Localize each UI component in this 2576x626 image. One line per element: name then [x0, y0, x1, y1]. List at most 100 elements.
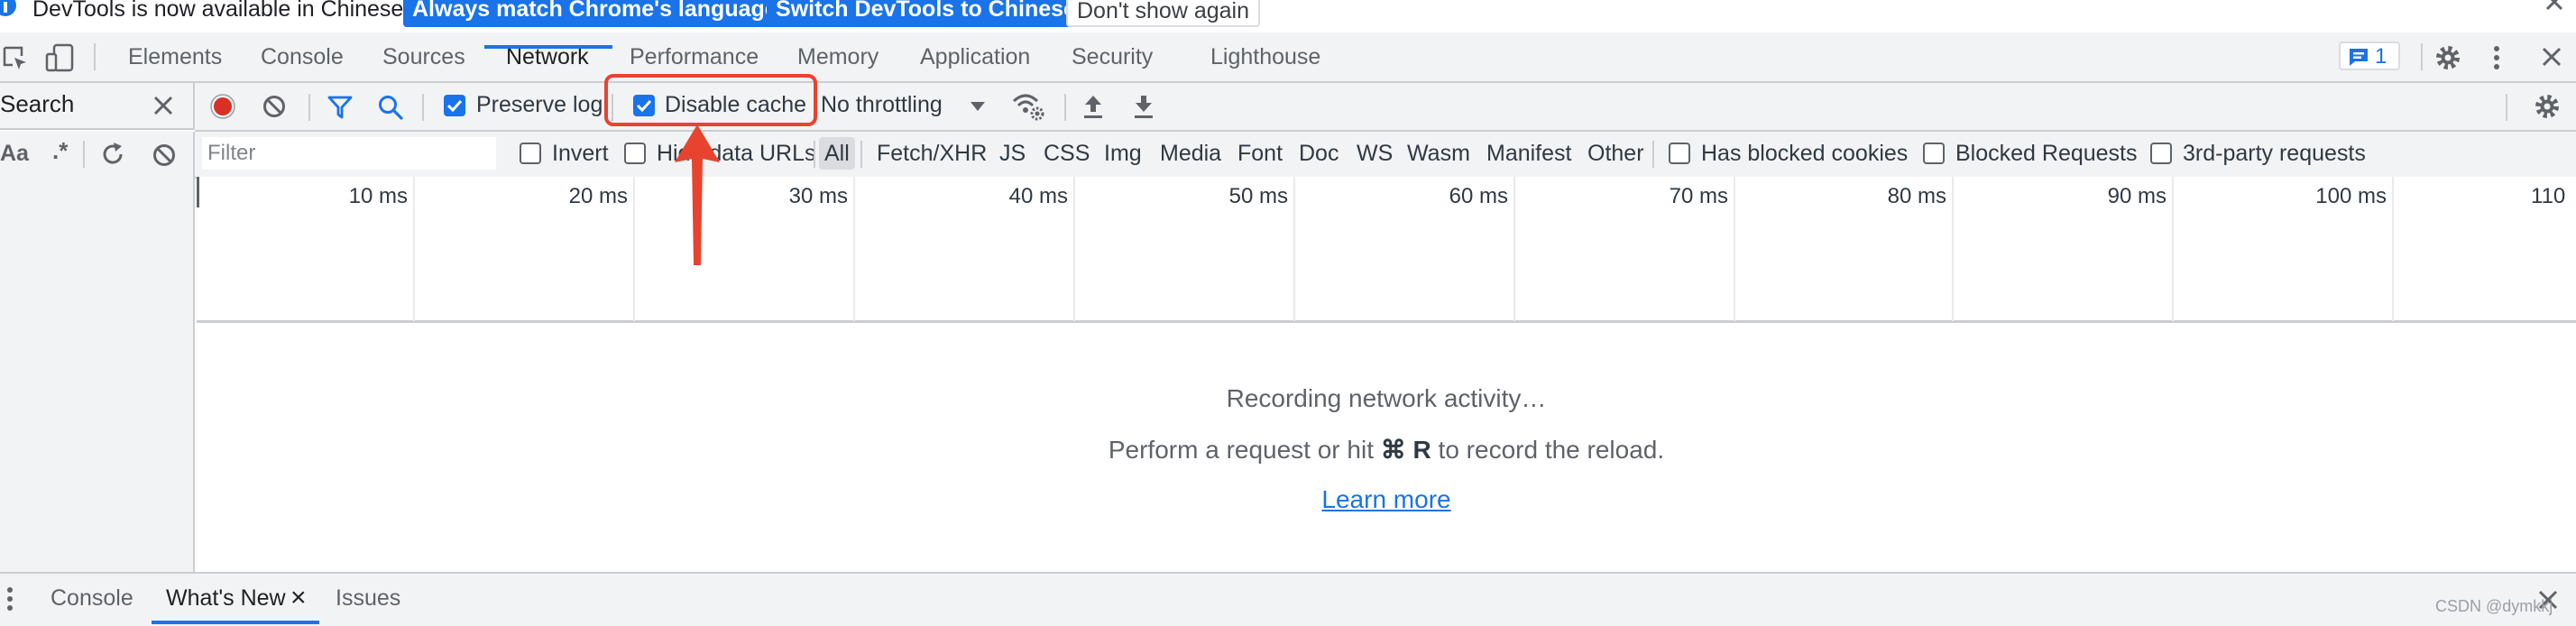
recording-status-text: Recording network activity…: [1226, 384, 1547, 412]
blocked-requests-label: Blocked Requests: [1955, 141, 2138, 166]
tab-network[interactable]: Network: [506, 32, 589, 81]
toolbar-separator: [422, 94, 424, 121]
timeline-tick-label: 80 ms: [1887, 184, 1946, 208]
timeline-gridline: [2172, 177, 2174, 321]
annotation-arrow-icon: [675, 124, 720, 265]
filter-separator: [860, 141, 862, 168]
regex-toggle[interactable]: .*: [52, 137, 68, 165]
drawer-active-tab-indicator: [152, 621, 319, 624]
drawer-tab-issues[interactable]: Issues: [336, 572, 400, 624]
active-tab-indicator: [484, 45, 612, 49]
filter-type-font[interactable]: Font: [1237, 137, 1283, 170]
dont-show-again-button[interactable]: Don't show again: [1066, 0, 1261, 27]
search-results-panel: [0, 177, 195, 572]
filter-funnel-icon[interactable]: [327, 94, 354, 121]
third-party-requests-checkbox[interactable]: [2150, 143, 2172, 164]
always-match-language-button[interactable]: Always match Chrome's language: [403, 0, 787, 27]
invert-checkbox[interactable]: [520, 143, 541, 164]
hint-suffix: to record the reload.: [1431, 436, 1665, 464]
drawer-menu-icon[interactable]: [4, 585, 16, 613]
timeline-tick-label: 70 ms: [1669, 184, 1728, 208]
device-toolbar-icon[interactable]: [45, 43, 76, 72]
timeline-gridline: [633, 177, 635, 321]
filter-type-ws[interactable]: WS: [1357, 137, 1393, 170]
tab-sources[interactable]: Sources: [382, 32, 465, 81]
network-conditions-icon[interactable]: [1010, 90, 1046, 123]
issues-counter-button[interactable]: 1: [2339, 41, 2400, 70]
infobar-message: DevTools is now available in Chinese!: [32, 0, 410, 22]
clear-log-icon[interactable]: [262, 94, 287, 119]
record-reload-hint: Perform a request or hit ⌘ R to record t…: [197, 435, 2576, 465]
tab-application[interactable]: Application: [920, 32, 1030, 81]
blocked-requests-checkbox[interactable]: [1923, 143, 1945, 164]
tab-console[interactable]: Console: [261, 32, 344, 81]
close-devtools-icon[interactable]: [2540, 45, 2565, 70]
filter-type-css[interactable]: CSS: [1044, 137, 1090, 170]
watermark: CSDN @dymkkj: [2435, 597, 2553, 615]
filter-input[interactable]: [202, 137, 496, 170]
annotation-highlight-box: [604, 74, 817, 126]
switch-to-chinese-button[interactable]: Switch DevTools to Chinese: [767, 0, 1085, 27]
timeline-tick-label: 50 ms: [1228, 184, 1288, 208]
drawer-tab-whats-new[interactable]: What's New: [166, 572, 286, 624]
close-whats-new-icon[interactable]: ×: [290, 572, 307, 624]
throttling-select[interactable]: No throttling: [821, 92, 943, 118]
filter-type-other[interactable]: Other: [1587, 137, 1644, 170]
clear-search-icon[interactable]: [152, 143, 177, 168]
filter-type-media[interactable]: Media: [1160, 137, 1221, 170]
settings-gear-icon[interactable]: [2433, 43, 2462, 72]
learn-more-link: Learn more: [197, 485, 2576, 514]
filter-separator: [1652, 141, 1654, 168]
more-options-icon[interactable]: [2489, 43, 2504, 72]
preserve-log-label: Preserve log: [476, 92, 603, 117]
filter-type-fetch-xhr[interactable]: Fetch/XHR: [877, 137, 987, 170]
search-options-separator: [83, 141, 85, 168]
hide-data-urls-checkbox[interactable]: [624, 143, 646, 164]
has-blocked-cookies-checkbox[interactable]: [1669, 143, 1690, 164]
import-har-icon[interactable]: [1081, 92, 1106, 121]
close-infobar-icon[interactable]: [2542, 0, 2567, 16]
toolbar-separator: [2506, 94, 2507, 121]
timeline-tick-label: 30 ms: [788, 184, 848, 208]
filter-type-img[interactable]: Img: [1104, 137, 1142, 170]
tab-separator: [94, 43, 96, 70]
filter-type-wasm[interactable]: Wasm: [1407, 137, 1470, 170]
issues-message-icon: [2350, 49, 2368, 66]
dropdown-arrow-icon[interactable]: [969, 99, 987, 114]
search-icon[interactable]: [377, 94, 404, 121]
export-har-icon[interactable]: [1131, 92, 1156, 121]
filter-type-doc[interactable]: Doc: [1299, 137, 1339, 170]
issues-count: 1: [2375, 44, 2387, 69]
record-button-icon[interactable]: [209, 93, 236, 120]
search-panel-title: Search: [0, 90, 75, 117]
timeline-tick-label: 110: [2531, 184, 2566, 208]
timeline-tick-label: 60 ms: [1449, 184, 1508, 208]
inspect-element-icon[interactable]: [2, 45, 29, 72]
close-search-icon[interactable]: [152, 94, 175, 117]
learn-more-link-text[interactable]: Learn more: [1321, 485, 1450, 513]
tab-lighthouse[interactable]: Lighthouse: [1210, 32, 1320, 81]
timeline-tick-label: 20 ms: [568, 184, 628, 208]
tab-elements[interactable]: Elements: [128, 32, 222, 81]
match-case-toggle[interactable]: Aa: [0, 141, 29, 167]
timeline-tick-label: 100 ms: [2315, 184, 2387, 208]
reload-shortcut: ⌘ R: [1380, 436, 1431, 464]
preserve-log-checkbox[interactable]: [444, 95, 465, 116]
filter-separator: [814, 141, 815, 168]
toolbar-separator: [308, 94, 310, 121]
refresh-icon[interactable]: [99, 141, 126, 168]
timeline-tick-label: 10 ms: [348, 184, 408, 208]
timeline-gridline: [1513, 177, 1515, 321]
language-infobar: DevTools is now available in Chinese! Al…: [0, 0, 2576, 34]
tab-separator-right: [2421, 43, 2423, 70]
toolbar-separator: [1064, 94, 1066, 121]
network-settings-gear-icon[interactable]: [2533, 92, 2562, 121]
info-icon: [0, 0, 16, 16]
timeline-gridline: [1293, 177, 1295, 321]
drawer-tab-console[interactable]: Console: [51, 572, 133, 624]
tab-security[interactable]: Security: [1072, 32, 1153, 81]
filter-type-all[interactable]: All: [819, 137, 855, 170]
filter-type-js[interactable]: JS: [999, 137, 1026, 170]
filter-type-manifest[interactable]: Manifest: [1486, 137, 1571, 170]
timeline-tick-label: 40 ms: [1008, 184, 1068, 208]
